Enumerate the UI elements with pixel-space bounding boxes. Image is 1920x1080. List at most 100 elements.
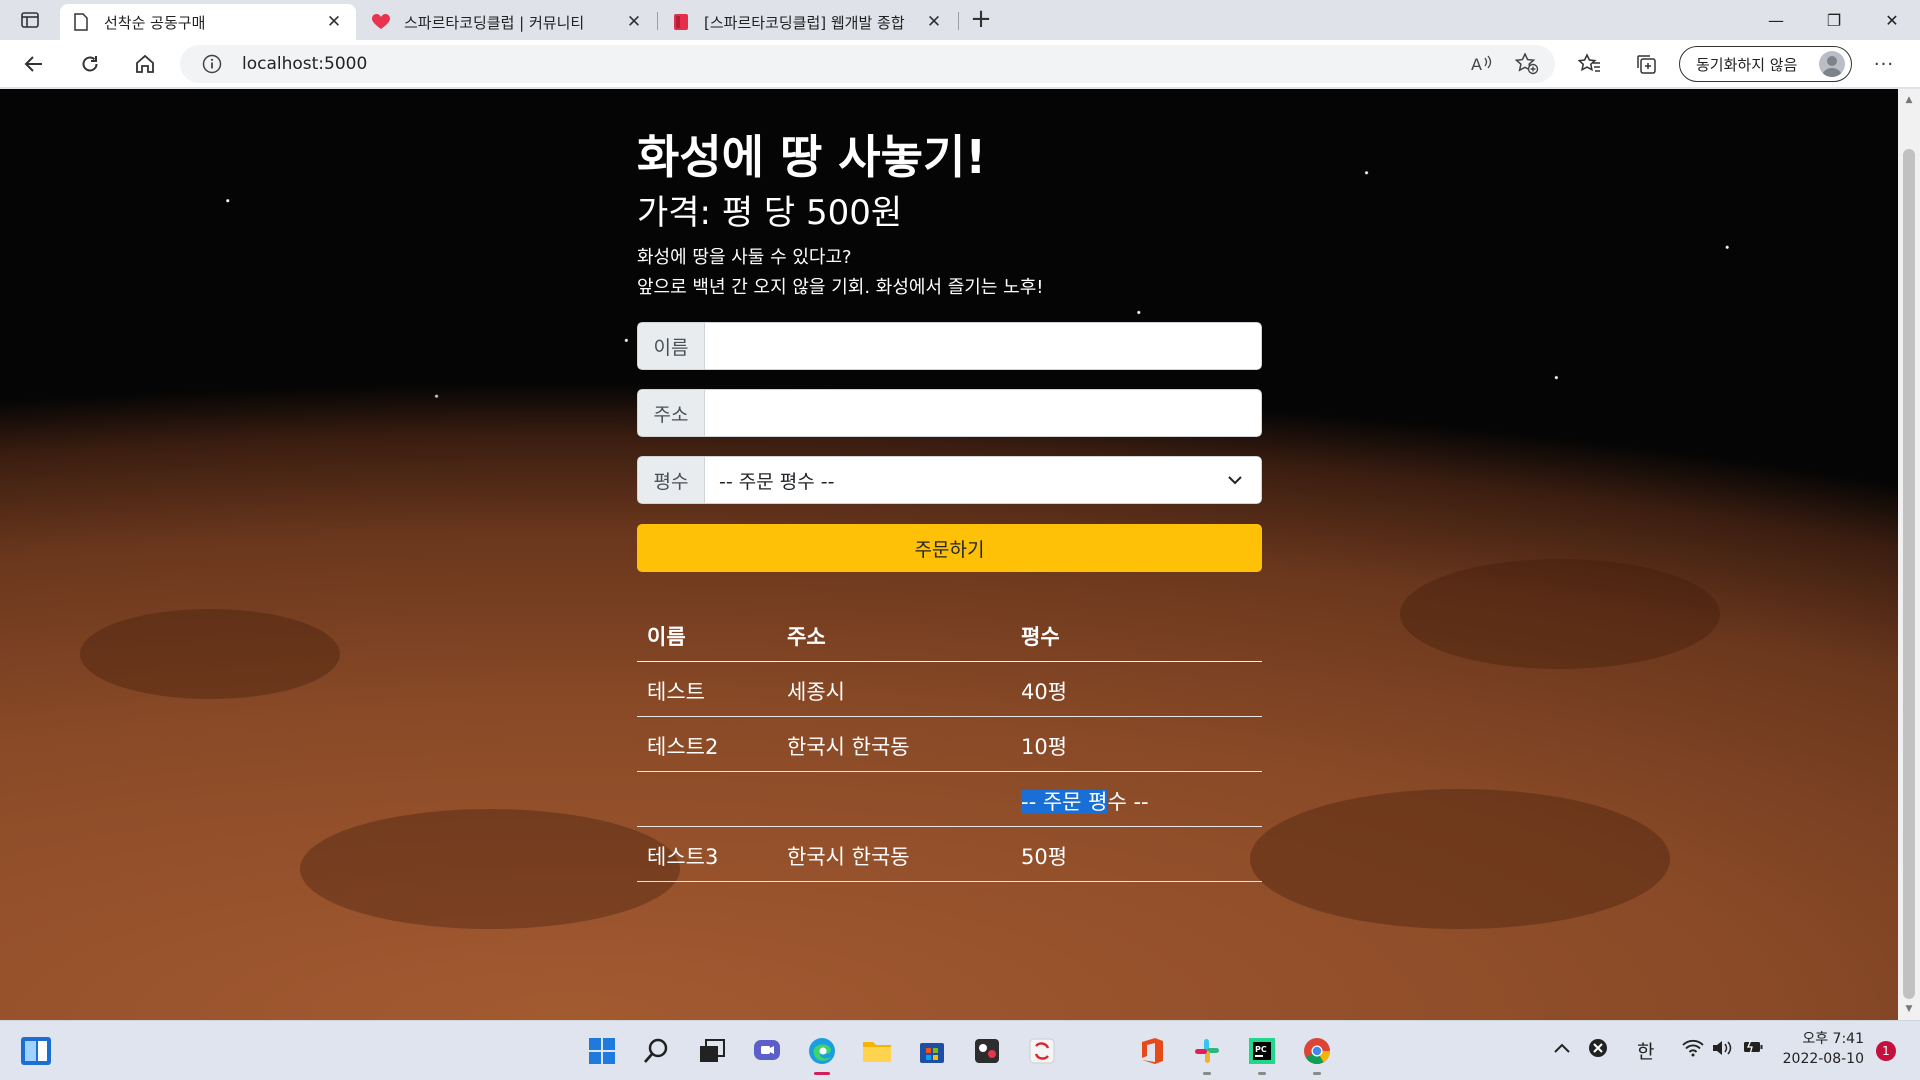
chrome-button[interactable]: [1297, 1031, 1337, 1075]
cell-address: 한국시 한국동: [787, 735, 910, 759]
new-tab-button[interactable]: +: [966, 6, 996, 34]
tab-divider: [657, 12, 658, 30]
read-aloud-icon[interactable]: A: [1471, 54, 1493, 78]
cell-size: 10평: [1021, 735, 1068, 759]
widgets-button[interactable]: [16, 1031, 56, 1071]
running-indicator: [1203, 1072, 1211, 1075]
collections-button[interactable]: [1628, 48, 1664, 80]
scroll-down-icon[interactable]: ▼: [1898, 1000, 1920, 1018]
table-row: 테스트 세종시 40평: [637, 662, 1262, 717]
tab-title: [스파르타코딩클럽] 웹개발 종합: [704, 13, 905, 32]
page-icon: [72, 13, 90, 31]
office-button[interactable]: [1132, 1031, 1172, 1071]
app-icon: [975, 1039, 999, 1063]
tab-close-icon[interactable]: ✕: [624, 12, 644, 32]
name-input-group: 이름: [637, 322, 1262, 370]
home-button[interactable]: [127, 48, 163, 80]
refresh-icon: [82, 56, 98, 72]
order-button[interactable]: 주문하기: [637, 524, 1262, 572]
notification-badge[interactable]: 1: [1876, 1041, 1896, 1061]
pycharm-button[interactable]: PC: [1242, 1031, 1282, 1075]
battery-icon[interactable]: [1742, 1039, 1764, 1060]
name-input[interactable]: [705, 322, 1262, 370]
wifi-icon[interactable]: [1682, 1039, 1704, 1062]
chevron-up-icon: [1554, 1043, 1570, 1053]
task-view-button[interactable]: [692, 1031, 732, 1071]
address-text[interactable]: localhost:5000: [242, 54, 367, 74]
clock[interactable]: 오후 7:41 2022-08-10: [1780, 1029, 1864, 1069]
office-icon: [1142, 1038, 1163, 1064]
widgets-icon: [21, 1037, 51, 1065]
book-icon: [672, 13, 690, 31]
scrollbar-thumb[interactable]: [1903, 149, 1915, 999]
add-favorite-icon[interactable]: [1514, 52, 1539, 79]
cell-name: 테스트: [647, 680, 705, 704]
start-button[interactable]: [582, 1031, 622, 1071]
tab-course[interactable]: [스파르타코딩클럽] 웹개발 종합 ✕: [660, 4, 956, 40]
close-window-button[interactable]: ✕: [1864, 0, 1920, 40]
search-button[interactable]: [637, 1031, 677, 1071]
size-select-value: -- 주문 평수 --: [719, 470, 835, 493]
edge-taskbar-button[interactable]: [802, 1031, 842, 1075]
tab-actions-button[interactable]: [12, 6, 48, 34]
ime-indicator[interactable]: 한: [1637, 1037, 1654, 1064]
size-label: 평수: [637, 456, 705, 504]
header-address: 주소: [787, 625, 826, 649]
pycharm-icon: PC: [1249, 1038, 1275, 1064]
back-button[interactable]: [16, 48, 52, 80]
store-icon: [920, 1043, 944, 1063]
running-indicator: [1313, 1072, 1321, 1075]
favorites-button[interactable]: [1572, 48, 1608, 80]
selected-text: -- 주문 평: [1021, 790, 1108, 814]
cell-size: 50평: [1021, 845, 1068, 869]
running-indicator: [1258, 1072, 1266, 1075]
description-line: 화성에 땅을 사둘 수 있다고?: [637, 247, 852, 268]
profile-button[interactable]: 동기화하지 않음: [1679, 46, 1852, 82]
address-input-group: 주소: [637, 389, 1262, 437]
show-hidden-icons-button[interactable]: [1553, 1039, 1571, 1059]
svg-text:A: A: [1471, 55, 1482, 74]
tab-close-icon[interactable]: ✕: [924, 12, 944, 32]
tab-selected[interactable]: 선착순 공동구매 ✕: [60, 4, 356, 40]
tab-actions-icon: [21, 12, 39, 28]
windows-logo-icon: [589, 1038, 615, 1064]
store-button[interactable]: [912, 1031, 952, 1071]
sync-app-button[interactable]: [1022, 1031, 1062, 1071]
minimize-button[interactable]: —: [1748, 0, 1804, 40]
task-view-icon: [700, 1039, 725, 1062]
description-line: 앞으로 백년 간 오지 않을 기회. 화성에서 즐기는 노후!: [637, 277, 1044, 298]
file-explorer-button[interactable]: [857, 1031, 897, 1071]
cell-size[interactable]: -- 주문 평수 --: [1021, 786, 1149, 816]
header-size: 평수: [1021, 625, 1060, 649]
size-select[interactable]: -- 주문 평수 --: [705, 456, 1262, 504]
folder-icon: [863, 1042, 891, 1062]
table-header-row: 이름 주소 평수: [637, 607, 1262, 662]
volume-icon[interactable]: [1711, 1039, 1733, 1062]
settings-more-button[interactable]: ···: [1866, 48, 1902, 80]
mars-terrain: [80, 609, 340, 699]
site-info-icon[interactable]: [202, 54, 222, 78]
mars-terrain: [1400, 559, 1720, 669]
favorites-icon: [1578, 53, 1600, 72]
slack-button[interactable]: [1187, 1031, 1227, 1075]
avatar: [1819, 51, 1845, 77]
home-icon: [136, 54, 154, 73]
tab-divider: [958, 12, 959, 30]
page-title: 화성에 땅 사놓기!: [637, 130, 987, 184]
maximize-button[interactable]: ❐: [1806, 0, 1862, 40]
scroll-up-icon[interactable]: ▲: [1898, 91, 1920, 109]
cell-address: 한국시 한국동: [787, 845, 910, 869]
address-bar[interactable]: localhost:5000 A: [180, 45, 1555, 83]
cell-address: 세종시: [787, 680, 845, 704]
refresh-button[interactable]: [72, 48, 108, 80]
mars-terrain: [1250, 789, 1670, 929]
app-taskbar-button[interactable]: [967, 1031, 1007, 1071]
name-label: 이름: [637, 322, 705, 370]
teams-chat-button[interactable]: [747, 1031, 787, 1071]
tab-close-icon[interactable]: ✕: [324, 12, 344, 32]
vertical-scrollbar[interactable]: ▲ ▼: [1898, 89, 1920, 1020]
tray-app-icon[interactable]: [1588, 1038, 1608, 1063]
clock-time: 오후 7:41: [1802, 1031, 1864, 1047]
address-input[interactable]: [705, 389, 1262, 437]
tab-community[interactable]: 스파르타코딩클럽 | 커뮤니티 ✕: [360, 4, 656, 40]
